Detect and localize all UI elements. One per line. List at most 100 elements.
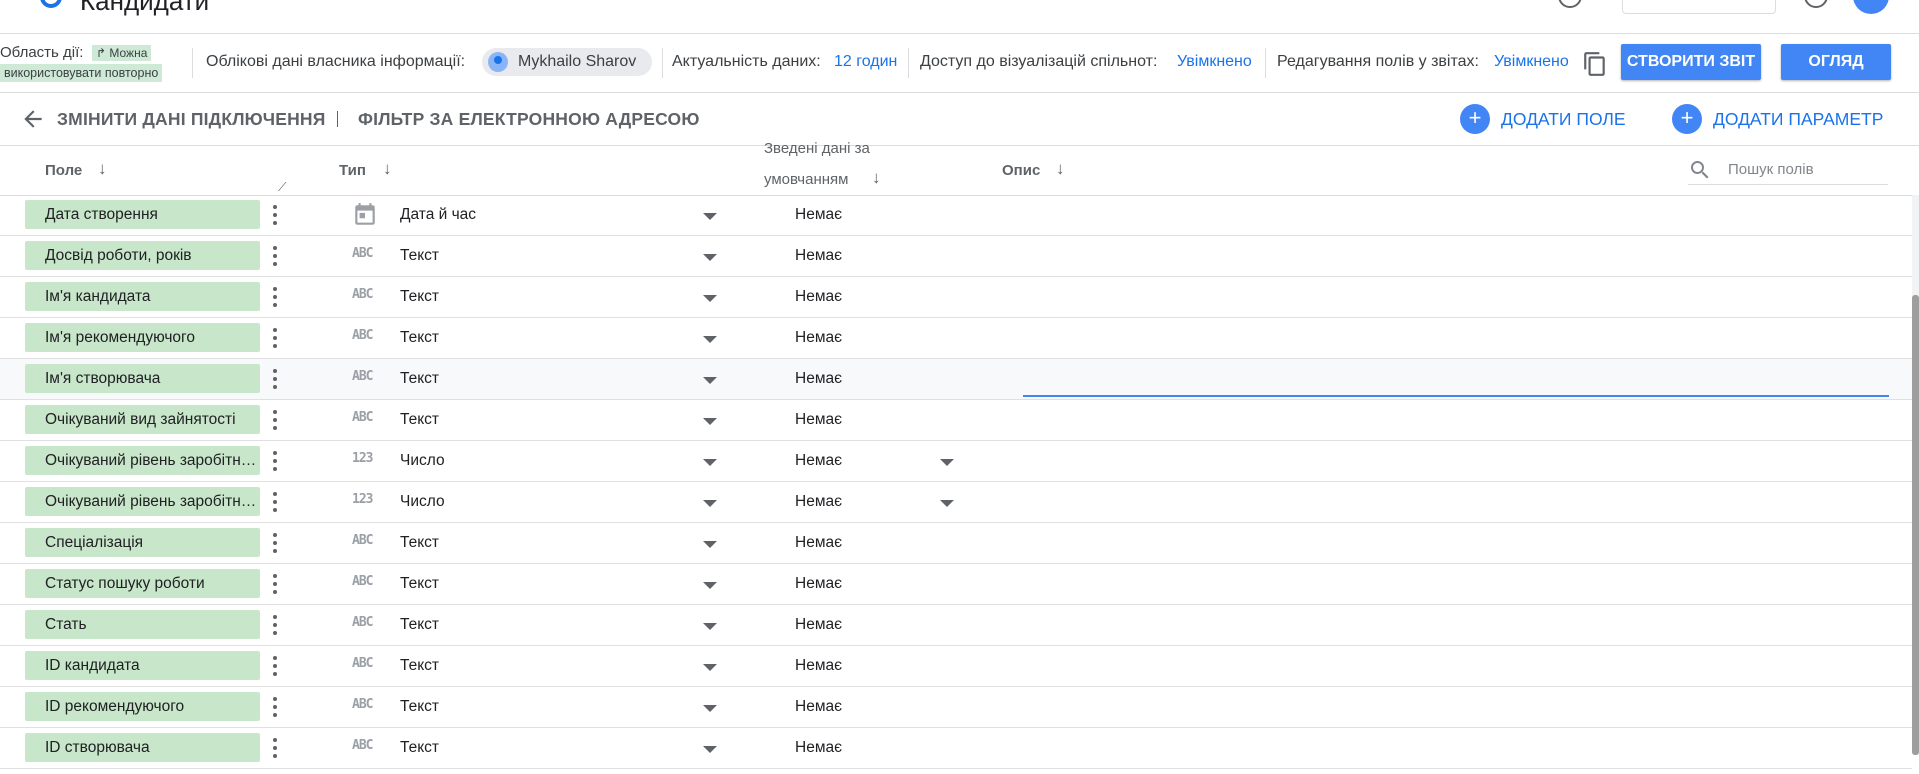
sort-arrow-icon[interactable]: ↓ <box>872 168 881 188</box>
more-vert-icon[interactable] <box>269 408 281 432</box>
freshness-label: Актуальність даних: <box>672 53 821 70</box>
text-type-icon: ABC <box>352 287 374 302</box>
edit-connection-button[interactable]: ЗМІНИТИ ДАНІ ПІДКЛЮЧЕННЯ <box>57 109 326 130</box>
type-dropdown-icon[interactable] <box>703 459 717 466</box>
sort-arrow-icon[interactable]: ↓ <box>98 159 107 179</box>
scrollbar-thumb[interactable] <box>1912 295 1919 755</box>
help-icon[interactable] <box>1558 0 1582 8</box>
more-vert-icon[interactable] <box>269 613 281 637</box>
type-label: Число <box>400 493 445 510</box>
explore-button[interactable]: ОГЛЯД <box>1781 44 1891 80</box>
column-header-field[interactable]: Поле <box>45 162 82 179</box>
table-header: Поле ↓ ⟋ Тип ↓ Зведені дані за умовчання… <box>0 140 1919 196</box>
field-search[interactable] <box>1688 152 1890 185</box>
header-button[interactable] <box>1622 0 1776 14</box>
divider <box>337 111 338 127</box>
column-header-type[interactable]: Тип <box>339 162 366 179</box>
field-name-chip[interactable]: Дата створення <box>25 200 260 229</box>
description-input[interactable] <box>1023 367 1889 397</box>
type-dropdown-icon[interactable] <box>703 254 717 261</box>
freshness-link[interactable]: 12 годин <box>834 53 897 71</box>
type-label: Текст <box>400 739 440 756</box>
text-type-icon: ABC <box>352 656 374 671</box>
avatar[interactable] <box>1853 0 1889 14</box>
more-vert-icon[interactable] <box>269 736 281 760</box>
field-name-chip[interactable]: ID кандидата <box>25 651 260 680</box>
app-title: Кандидати <box>80 0 210 16</box>
divider <box>192 48 193 78</box>
field-name-chip[interactable]: Стать <box>25 610 260 639</box>
more-vert-icon[interactable] <box>269 244 281 268</box>
email-filter-button[interactable]: ФІЛЬТР ЗА ЕЛЕКТРОННОЮ АДРЕСОЮ <box>358 109 700 130</box>
create-report-button[interactable]: СТВОРИТИ ЗВІТ <box>1621 44 1761 80</box>
divider <box>908 48 909 78</box>
more-vert-icon[interactable] <box>269 326 281 350</box>
field-name-chip[interactable]: Статус пошуку роботи <box>25 569 260 598</box>
sort-arrow-icon[interactable]: ↓ <box>1056 159 1065 179</box>
more-vert-icon[interactable] <box>269 654 281 678</box>
column-header-aggregation-line2[interactable]: умовчанням <box>764 171 848 188</box>
field-name-chip[interactable]: ID створювача <box>25 733 260 762</box>
type-dropdown-icon[interactable] <box>703 500 717 507</box>
more-vert-icon[interactable] <box>269 203 281 227</box>
scope-chip-subtext[interactable]: використовувати повторно <box>0 64 163 82</box>
search-input[interactable] <box>1726 156 1890 182</box>
more-vert-icon[interactable] <box>269 367 281 391</box>
type-label: Текст <box>400 616 440 633</box>
table-row: ID кандидата ABC Текст Немає <box>0 646 1912 687</box>
aggregation-dropdown-icon[interactable] <box>940 459 954 466</box>
community-viz-link[interactable]: Увімкнено <box>1177 53 1252 71</box>
type-dropdown-icon[interactable] <box>703 664 717 671</box>
aggregation-value: Немає <box>795 616 842 633</box>
field-name-chip[interactable]: Ім'я створювача <box>25 364 260 393</box>
vertical-scrollbar[interactable] <box>1912 195 1919 755</box>
field-name-chip[interactable]: Очікуваний вид зайнятості <box>25 405 260 434</box>
type-dropdown-icon[interactable] <box>703 377 717 384</box>
column-header-description[interactable]: Опис <box>1002 162 1040 179</box>
type-dropdown-icon[interactable] <box>703 582 717 589</box>
field-name-chip[interactable]: Ім'я кандидата <box>25 282 260 311</box>
copy-icon[interactable] <box>1582 50 1608 78</box>
scope-chip[interactable]: ↱ Можна <box>92 45 152 61</box>
type-label: Текст <box>400 657 440 674</box>
more-vert-icon[interactable] <box>269 695 281 719</box>
more-vert-icon[interactable] <box>269 285 281 309</box>
type-dropdown-icon[interactable] <box>703 336 717 343</box>
type-dropdown-icon[interactable] <box>703 418 717 425</box>
settings-icon[interactable] <box>1804 0 1828 8</box>
back-arrow-icon[interactable] <box>20 106 46 132</box>
type-dropdown-icon[interactable] <box>703 295 717 302</box>
table-row: Спеціалізація ABC Текст Немає <box>0 523 1912 564</box>
plus-icon: + <box>1672 104 1702 134</box>
field-name-chip[interactable]: Очікуваний рівень заробітної плати <box>25 487 260 516</box>
text-type-icon: ABC <box>352 533 374 548</box>
type-label: Текст <box>400 370 440 387</box>
more-vert-icon[interactable] <box>269 531 281 555</box>
aggregation-dropdown-icon[interactable] <box>940 500 954 507</box>
type-label: Число <box>400 452 445 469</box>
add-field-label: ДОДАТИ ПОЛЕ <box>1501 109 1626 129</box>
field-name-chip[interactable]: Досвід роботи, років <box>25 241 260 270</box>
more-vert-icon[interactable] <box>269 490 281 514</box>
text-type-icon: ABC <box>352 246 374 261</box>
more-vert-icon[interactable] <box>269 449 281 473</box>
type-label: Текст <box>400 411 440 428</box>
aggregation-value: Немає <box>795 247 842 264</box>
type-dropdown-icon[interactable] <box>703 213 717 220</box>
resize-handle-icon[interactable]: ⟋ <box>278 180 286 195</box>
type-dropdown-icon[interactable] <box>703 541 717 548</box>
column-header-aggregation[interactable]: Зведені дані за <box>764 140 870 157</box>
field-name-chip[interactable]: Очікуваний рівень заробітної плати <box>25 446 260 475</box>
field-name-chip[interactable]: ID рекомендуючого <box>25 692 260 721</box>
more-vert-icon[interactable] <box>269 572 281 596</box>
type-dropdown-icon[interactable] <box>703 705 717 712</box>
field-editing-link[interactable]: Увімкнено <box>1494 53 1569 71</box>
type-dropdown-icon[interactable] <box>703 623 717 630</box>
type-dropdown-icon[interactable] <box>703 746 717 753</box>
sort-arrow-icon[interactable]: ↓ <box>383 159 392 179</box>
type-label: Текст <box>400 575 440 592</box>
type-label: Текст <box>400 534 440 551</box>
owner-chip[interactable]: Mykhailo Sharov <box>482 48 653 76</box>
field-name-chip[interactable]: Ім'я рекомендуючого <box>25 323 260 352</box>
field-name-chip[interactable]: Спеціалізація <box>25 528 260 557</box>
